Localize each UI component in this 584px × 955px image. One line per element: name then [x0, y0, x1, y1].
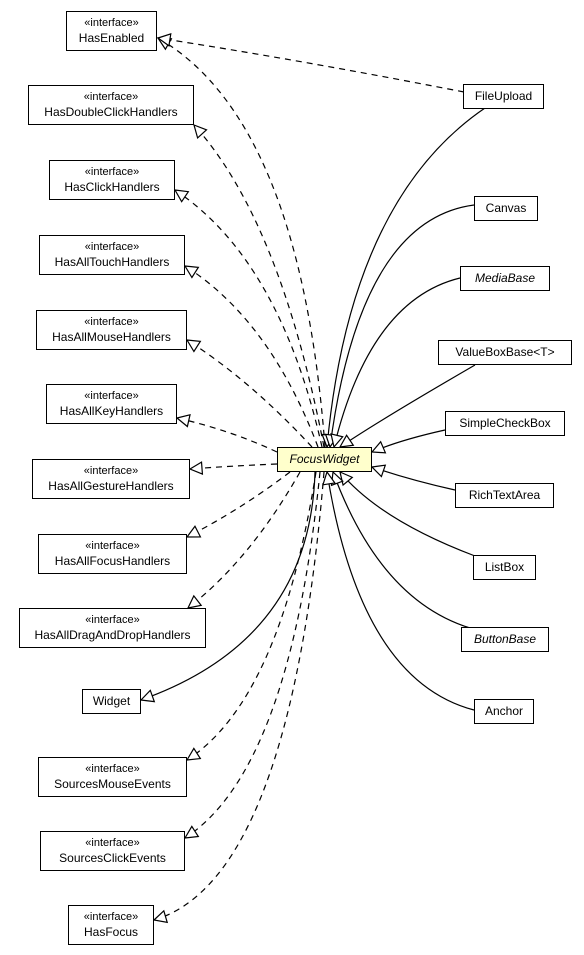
hollow-arrowhead-icon: [185, 747, 202, 761]
stereotype: «interface»: [84, 166, 140, 178]
realizes-has-all-touch-handlers-edge: [184, 265, 319, 448]
anchor-extends-edge: [326, 471, 475, 711]
class-button-base[interactable]: ButtonBase: [461, 627, 549, 652]
stereotype: «interface»: [85, 837, 140, 849]
interface-has-click-handlers[interactable]: «interface» HasClickHandlers: [49, 160, 175, 200]
interface-has-all-gesture-handlers[interactable]: «interface» HasAllGestureHandlers: [32, 459, 190, 499]
interface-sources-click-events[interactable]: «interface» SourcesClickEvents: [40, 831, 185, 871]
realizes-has-all-mouse-handlers-edge: [186, 339, 313, 448]
class-name: FocusWidget: [289, 452, 360, 466]
class-name: SourcesClickEvents: [59, 851, 166, 865]
class-name: Canvas: [485, 201, 527, 215]
class-name: FileUpload: [474, 89, 533, 103]
hollow-arrowhead-icon: [185, 525, 202, 538]
class-name: HasFocus: [83, 925, 139, 939]
stereotype: «interface»: [83, 911, 139, 923]
realizes-has-click-handlers-edge: [174, 189, 323, 448]
class-name: HasAllDragAndDropHandlers: [34, 628, 191, 642]
stereotype: «interface»: [83, 465, 139, 477]
hollow-arrowhead-icon: [370, 440, 387, 454]
stereotype: «interface»: [84, 316, 139, 328]
stereotype: «interface»: [85, 763, 140, 775]
extends-widget-edge: [140, 471, 316, 701]
realizes-has-double-click-handlers-edge: [193, 124, 325, 448]
class-name: HasAllFocusHandlers: [54, 554, 171, 568]
hollow-arrowhead-icon: [193, 124, 208, 140]
interface-has-all-key-handlers[interactable]: «interface» HasAllKeyHandlers: [46, 384, 177, 424]
class-rich-text-area[interactable]: RichTextArea: [455, 483, 554, 508]
hollow-arrowhead-icon: [186, 594, 203, 609]
class-anchor[interactable]: Anchor: [474, 699, 534, 724]
interface-has-all-touch-handlers[interactable]: «interface» HasAllTouchHandlers: [39, 235, 185, 275]
stereotype: «interface»: [85, 614, 140, 626]
stereotype: «interface»: [84, 17, 139, 29]
interface-sources-mouse-events[interactable]: «interface» SourcesMouseEvents: [38, 757, 187, 797]
hollow-arrowhead-icon: [185, 339, 202, 353]
class-simple-check-box[interactable]: SimpleCheckBox: [445, 411, 565, 436]
stereotype: «interface»: [83, 91, 139, 103]
hollow-arrowhead-icon: [188, 461, 204, 476]
realizes-has-all-focus-handlers-edge: [186, 471, 291, 538]
class-name: RichTextArea: [468, 488, 541, 502]
hollow-arrowhead-icon: [173, 189, 190, 203]
realizes-has-all-key-handlers-edge: [176, 417, 278, 453]
class-widget[interactable]: Widget: [82, 689, 141, 714]
hollow-arrowhead-icon: [370, 464, 387, 478]
hollow-arrowhead-icon: [175, 413, 191, 428]
class-canvas[interactable]: Canvas: [474, 196, 538, 221]
class-name: MediaBase: [474, 271, 536, 285]
realizes-has-all-gesture-handlers-edge: [189, 463, 278, 470]
class-diagram: «interface» HasEnabled «interface» HasDoub…: [0, 0, 584, 955]
interface-has-double-click-handlers[interactable]: «interface» HasDoubleClickHandlers: [28, 85, 194, 125]
hollow-arrowhead-icon: [183, 265, 200, 279]
class-name: ValueBoxBase<T>: [455, 345, 555, 359]
stereotype: «interface»: [84, 241, 140, 253]
class-name: SourcesMouseEvents: [54, 777, 171, 791]
class-name: ButtonBase: [473, 632, 537, 646]
class-name: HasAllTouchHandlers: [54, 255, 170, 269]
interface-has-focus[interactable]: «interface» HasFocus: [68, 905, 154, 945]
hollow-arrowhead-icon: [183, 825, 200, 839]
stereotype: «interface»: [85, 540, 140, 552]
class-name: HasEnabled: [78, 31, 145, 45]
class-name: HasAllGestureHandlers: [48, 479, 174, 493]
interface-has-enabled[interactable]: «interface» HasEnabled: [66, 11, 157, 51]
class-name: HasAllMouseHandlers: [52, 330, 171, 344]
class-name: SimpleCheckBox: [459, 416, 551, 430]
class-focus-widget[interactable]: FocusWidget: [277, 447, 372, 472]
file-upload-realizes-has-enabled-edge: [157, 37, 465, 93]
class-name: ListBox: [484, 560, 525, 574]
interface-has-all-mouse-handlers[interactable]: «interface» HasAllMouseHandlers: [36, 310, 187, 350]
class-name: Anchor: [484, 704, 524, 718]
class-list-box[interactable]: ListBox: [473, 555, 536, 580]
class-file-upload[interactable]: FileUpload: [463, 84, 544, 109]
realizes-has-all-drag-and-drop-handlers-edge: [187, 471, 301, 609]
class-name: HasDoubleClickHandlers: [44, 105, 178, 119]
button-base-extends-edge: [332, 471, 471, 629]
class-name: Widget: [92, 694, 131, 708]
rich-text-area-extends-edge: [371, 466, 456, 491]
stereotype: «interface»: [84, 390, 139, 402]
realizes-sources-mouse-events-edge: [186, 471, 317, 761]
class-name: HasAllKeyHandlers: [59, 404, 164, 418]
interface-has-all-drag-and-drop-handlers[interactable]: «interface» HasAllDragAndDropHandlers: [19, 608, 206, 648]
class-name: HasClickHandlers: [64, 180, 160, 194]
class-media-base[interactable]: MediaBase: [460, 266, 550, 291]
hollow-arrowhead-icon: [139, 689, 156, 703]
class-value-box-base[interactable]: ValueBoxBase<T>: [438, 340, 572, 365]
interface-has-all-focus-handlers[interactable]: «interface» HasAllFocusHandlers: [38, 534, 187, 574]
hollow-arrowhead-icon: [152, 909, 169, 924]
